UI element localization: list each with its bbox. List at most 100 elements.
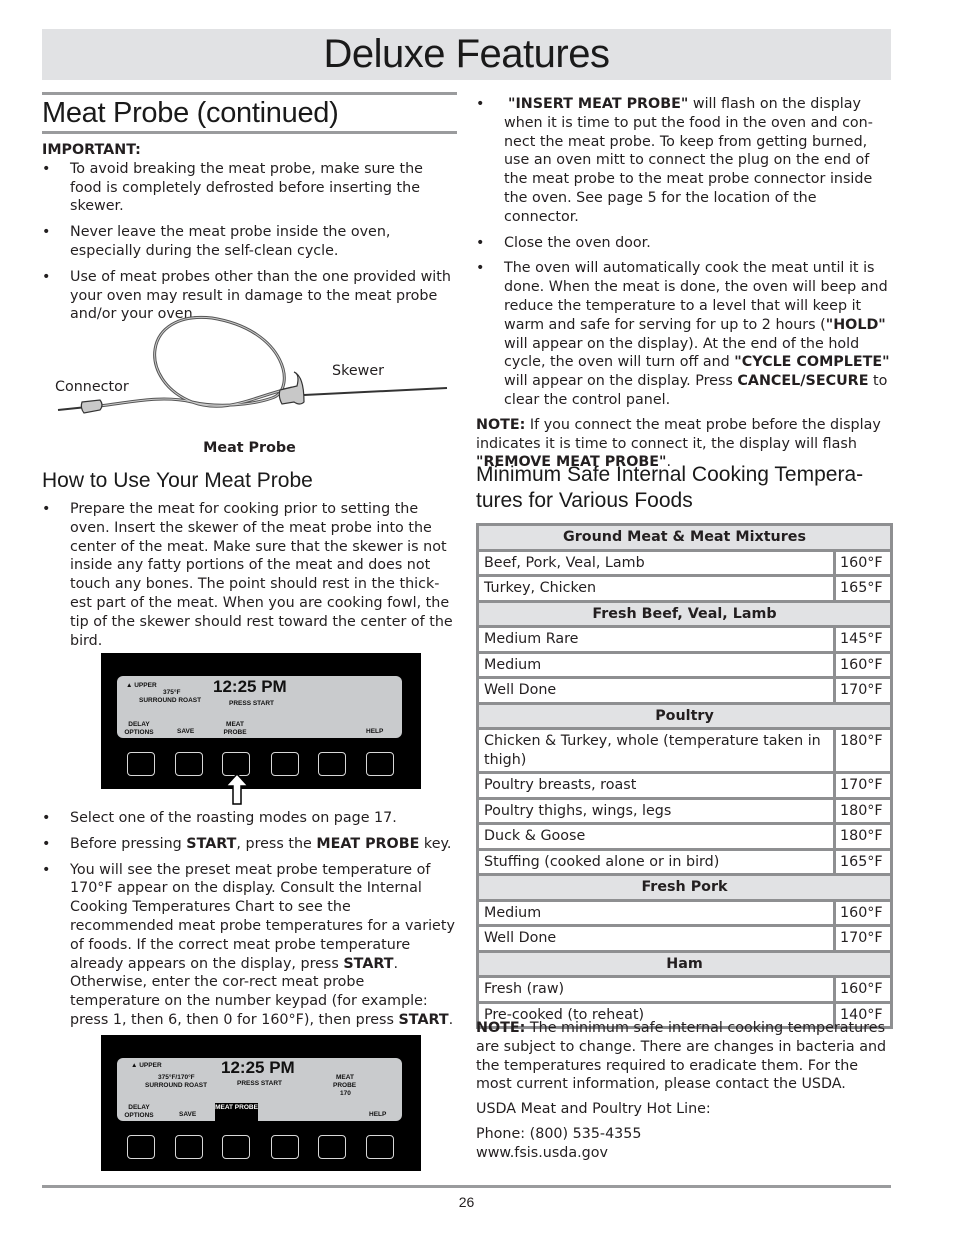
hotline-label: USDA Meat and Poultry Hot Line:: [476, 1101, 711, 1118]
food-cell: Medium: [479, 653, 833, 676]
meat-probe-illustration: [57, 315, 448, 414]
soft-key-2[interactable]: [175, 752, 203, 776]
usda-website-link[interactable]: www.fsis.usda.gov: [476, 1144, 893, 1163]
table-group-header: Fresh Pork: [479, 876, 890, 899]
skewer-rod: [303, 387, 448, 396]
soft-key-3-meat-probe[interactable]: [222, 1135, 250, 1159]
control-panel-display-2: ▲ UPPER 375°F/170°F SURROUND ROAST 12:25…: [101, 1035, 421, 1171]
soft-key-1[interactable]: [127, 1135, 155, 1159]
temperature-cell: 145°F: [836, 628, 890, 651]
food-cell: Beef, Pork, Veal, Lamb: [479, 551, 833, 574]
softkey-label-delay-options: DELAY OPTIONS: [124, 1104, 154, 1119]
probe-label-line2: PROBE: [333, 1082, 357, 1089]
temperature-cell: 180°F: [836, 825, 890, 848]
figure-caption: Meat Probe: [203, 440, 296, 456]
text-run: , press the: [236, 835, 317, 852]
cook-mode: SURROUND ROAST: [145, 1082, 208, 1089]
table-row: Well Done 170°F: [479, 927, 890, 950]
list-item: • Never leave the meat probe inside the o…: [42, 223, 457, 261]
bullet-text: Prepare the meat for cooking prior to se…: [70, 501, 453, 649]
how-to-list-2: • Select one of the roasting modes on pag…: [42, 809, 457, 1030]
important-block: IMPORTANT: • To avoid breaking the meat p…: [42, 141, 457, 324]
softkey-label-help: HELP: [366, 728, 384, 735]
text-run: Before pressing: [70, 835, 187, 852]
table-group-header-row: Fresh Beef, Veal, Lamb: [479, 602, 890, 625]
how-to-title: How to Use Your Meat Probe: [42, 469, 313, 492]
bullet-text: To avoid breaking the meat probe, make s…: [70, 160, 423, 215]
text-run: key.: [419, 835, 452, 852]
list-item: • To avoid breaking the meat probe, make …: [42, 160, 457, 216]
table-row: Turkey, Chicken 165°F: [479, 577, 890, 600]
bullet-icon: •: [42, 160, 51, 177]
right-column-text: • "INSERT MEAT PROBE" will flash on the d…: [476, 95, 893, 472]
bullet-icon: •: [476, 96, 485, 112]
connector-label: Connector: [55, 379, 129, 395]
food-cell: Fresh (raw): [479, 978, 833, 1001]
upper-oven-indicator: ▲ UPPER: [131, 1062, 162, 1069]
soft-key-4[interactable]: [271, 1135, 299, 1159]
list-item: • Select one of the roasting modes on pag…: [42, 809, 457, 828]
important-list: • To avoid breaking the meat probe, make …: [42, 160, 457, 324]
table-row: Well Done 170°F: [479, 679, 890, 702]
text-run-bold: "CYCLE COMPLETE": [734, 354, 890, 371]
list-item: • Prepare the meat for cooking prior to s…: [42, 500, 457, 650]
table-row: Stuffing (cooked alone or in bird) 165°F: [479, 850, 890, 873]
food-cell: Duck & Goose: [479, 825, 833, 848]
soft-key-5[interactable]: [318, 752, 346, 776]
clock: 12:25 PM: [213, 677, 287, 696]
bullet-icon: •: [42, 224, 51, 241]
temperature-cell: 165°F: [836, 850, 890, 873]
temperature-cell: 160°F: [836, 978, 890, 1001]
temperature-cell: 160°F: [836, 901, 890, 924]
table-group-header: Ground Meat & Meat Mixtures: [479, 526, 890, 549]
important-label: IMPORTANT:: [42, 142, 141, 158]
softkey-label-save: SAVE: [177, 728, 195, 735]
cook-mode: SURROUND ROAST: [139, 697, 202, 704]
food-cell: Medium Rare: [479, 628, 833, 651]
text-run: If you connect the meat probe before the…: [476, 416, 881, 452]
softkey-label-meat-probe: MEAT PROBE: [223, 721, 247, 736]
pointer-arrow-icon: [225, 773, 249, 805]
section-title: Meat Probe (continued): [42, 97, 339, 129]
table-row: Poultry thighs, wings, legs 180°F: [479, 799, 890, 822]
soft-key-2[interactable]: [175, 1135, 203, 1159]
soft-key-6-help[interactable]: [366, 752, 394, 776]
softkey-label-delay-options: DELAY OPTIONS: [124, 721, 154, 736]
hotline-phone: Phone: (800) 535-4355: [476, 1125, 642, 1142]
soft-key-5[interactable]: [318, 1135, 346, 1159]
table-title: Minimum Safe Internal Cooking Tempera-tu…: [476, 463, 864, 512]
temperature-table: Ground Meat & Meat Mixtures Beef, Pork, V…: [476, 523, 893, 1029]
temperature-cell: 180°F: [836, 799, 890, 822]
bullet-icon: •: [42, 861, 51, 878]
status-text: PRESS START: [229, 700, 275, 707]
table-group-header-row: Poultry: [479, 704, 890, 727]
note-label: NOTE:: [476, 416, 526, 433]
softkey-label-meat-probe-highlighted: MEAT PROBE: [215, 1103, 258, 1121]
oven-temp: 375°F/170°F: [158, 1074, 195, 1081]
probe-label-line1: MEAT: [336, 1074, 354, 1081]
bullet-icon: •: [42, 810, 51, 826]
temperature-cell: 160°F: [836, 551, 890, 574]
right-column-footer-text: NOTE: The minimum safe internal cooking …: [476, 1019, 893, 1163]
bullet-icon: •: [42, 835, 51, 852]
list-item: • Before pressing START, press the MEAT P…: [42, 835, 457, 854]
soft-key-4[interactable]: [271, 752, 299, 776]
table-group-header-row: Ham: [479, 952, 890, 975]
temperature-cell: 170°F: [836, 679, 890, 702]
soft-key-1[interactable]: [127, 752, 155, 776]
text-run-bold: MEAT PROBE: [316, 835, 420, 852]
text-run: will flash on the display when it is tim…: [504, 96, 873, 225]
bullet-text: Close the oven door.: [504, 234, 651, 251]
bullet-icon: •: [42, 268, 51, 285]
temperature-cell: 160°F: [836, 653, 890, 676]
table-group-header-row: Ground Meat & Meat Mixtures: [479, 526, 890, 549]
list-item: • Close the oven door.: [476, 234, 893, 253]
soft-key-6-help[interactable]: [366, 1135, 394, 1159]
food-cell: Well Done: [479, 927, 833, 950]
how-to-steps: • Select one of the roasting modes on pag…: [42, 809, 457, 1030]
list-item: • You will see the preset meat probe temp…: [42, 861, 457, 1030]
page-banner: Deluxe Features: [42, 29, 891, 80]
clock: 12:25 PM: [221, 1058, 295, 1077]
table-row: Poultry breasts, roast 170°F: [479, 774, 890, 797]
skewer-label: Skewer: [332, 363, 385, 379]
